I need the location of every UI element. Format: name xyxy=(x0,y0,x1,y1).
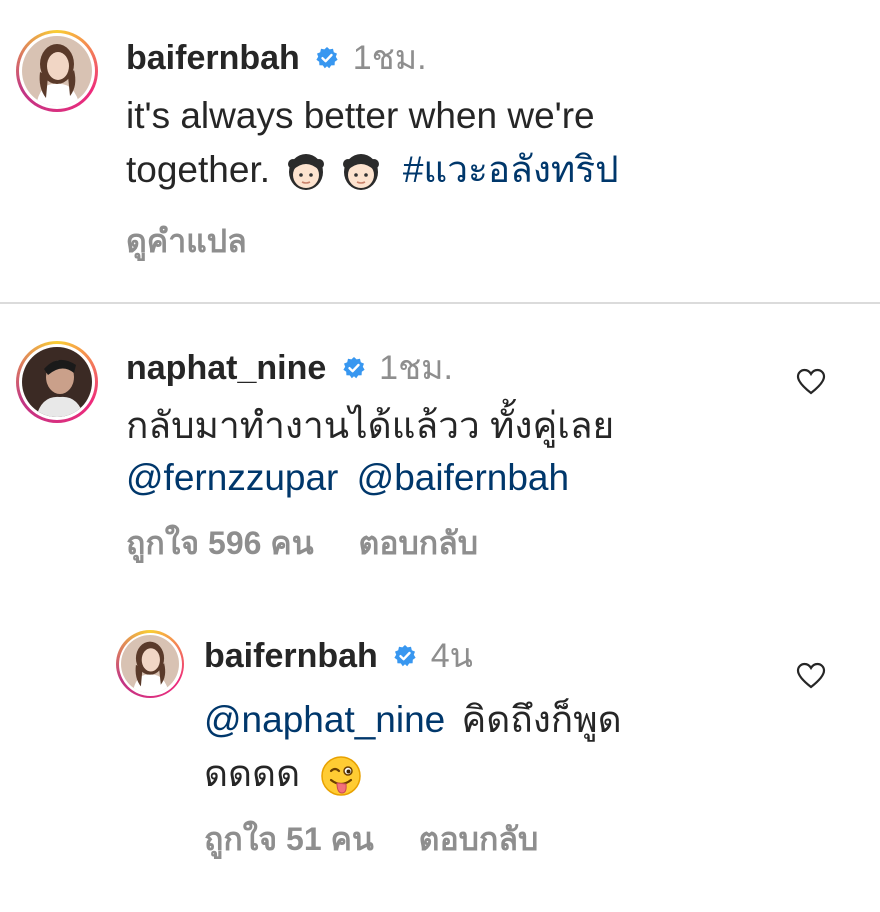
winking-tongue-face-icon xyxy=(321,756,362,796)
avatar[interactable] xyxy=(116,630,184,698)
caption-hashtag[interactable]: #แวะอลังทริป xyxy=(403,149,619,190)
mention-link[interactable]: @baifernbah xyxy=(357,457,569,498)
comment-username[interactable]: naphat_nine xyxy=(126,349,326,387)
divider xyxy=(0,302,880,304)
avatar[interactable] xyxy=(16,30,98,112)
avatar-photo-icon xyxy=(121,635,179,693)
like-heart-icon[interactable] xyxy=(796,662,826,690)
caption-text-line2: together. xyxy=(126,149,271,190)
caption-time: 1ชม. xyxy=(352,39,427,77)
reply-time: 4น xyxy=(430,637,473,675)
reply-text: คิดถึงก็พูด xyxy=(461,699,622,740)
reply-button[interactable]: ตอบกลับ xyxy=(358,525,478,561)
likes-count[interactable]: ถูกใจ 596 คน xyxy=(126,525,314,561)
girl-face-icon xyxy=(342,154,379,191)
avatar-photo-icon xyxy=(22,36,92,106)
likes-count[interactable]: ถูกใจ 51 คน xyxy=(204,821,374,857)
avatar-photo-icon xyxy=(22,347,92,417)
verified-badge-icon xyxy=(343,357,365,379)
like-heart-icon[interactable] xyxy=(796,368,826,396)
avatar[interactable] xyxy=(16,341,98,423)
girl-face-icon xyxy=(288,154,325,191)
reply-text-line2: ดดดด xyxy=(204,753,301,794)
comment-text: กลับมาทำงานได้แล้วว ทั้งคู่เลย xyxy=(126,405,615,446)
mention-link[interactable]: @naphat_nine xyxy=(204,699,445,740)
verified-badge-icon xyxy=(316,47,338,69)
mention-link[interactable]: @fernzzupar xyxy=(126,457,338,498)
reply-button[interactable]: ตอบกลับ xyxy=(419,821,539,857)
see-translation-link[interactable]: ดูคำแปล xyxy=(126,222,247,260)
caption-username[interactable]: baifernbah xyxy=(126,39,300,77)
reply-username[interactable]: baifernbah xyxy=(204,637,378,675)
comment-time: 1ชม. xyxy=(379,349,453,387)
verified-badge-icon xyxy=(394,645,416,667)
caption-text-line1: it's always better when we're xyxy=(126,95,595,136)
